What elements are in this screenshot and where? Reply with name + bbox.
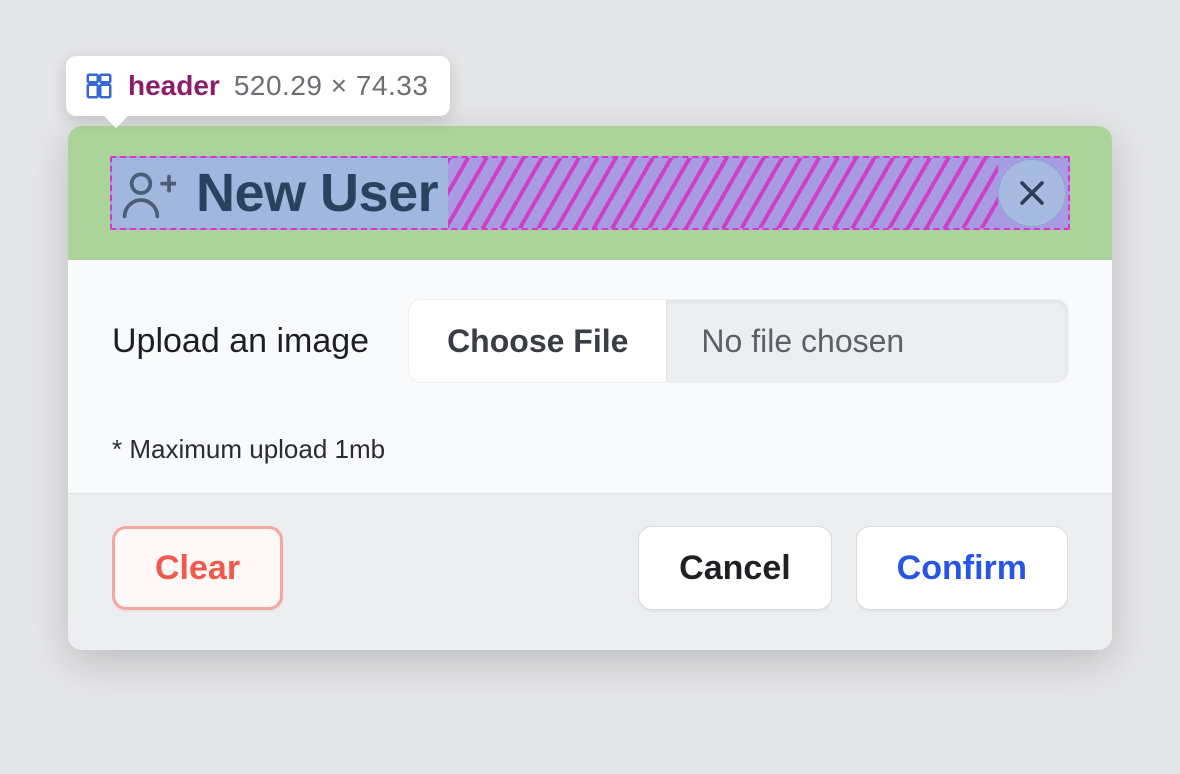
new-user-dialog: New User Upload an image Choose File No … xyxy=(68,126,1112,650)
flex-gap-highlight xyxy=(448,158,998,228)
dialog-body: Upload an image Choose File No file chos… xyxy=(68,260,1112,493)
upload-label: Upload an image xyxy=(112,322,369,361)
upload-hint: * Maximum upload 1mb xyxy=(112,434,1068,465)
file-input-status: No file chosen xyxy=(667,300,1068,382)
confirm-button[interactable]: Confirm xyxy=(856,526,1068,610)
upload-row: Upload an image Choose File No file chos… xyxy=(112,300,1068,382)
dialog-footer: Clear Cancel Confirm xyxy=(68,493,1112,650)
close-button[interactable] xyxy=(998,159,1066,227)
clear-button[interactable]: Clear xyxy=(112,526,283,610)
dialog-header-padding-highlight: New User xyxy=(68,126,1112,260)
close-icon xyxy=(1015,176,1049,210)
choose-file-button[interactable]: Choose File xyxy=(409,300,667,382)
cancel-button[interactable]: Cancel xyxy=(638,526,832,610)
dialog-title: New User xyxy=(196,162,438,224)
inspect-element-dimensions: 520.29 × 74.33 xyxy=(234,70,429,102)
dialog-header-title-group: New User xyxy=(112,158,448,228)
devtools-inspect-tooltip: header 520.29 × 74.33 xyxy=(66,56,450,116)
layout-grid-icon xyxy=(84,71,114,101)
file-input[interactable]: Choose File No file chosen xyxy=(409,300,1068,382)
dialog-header: New User xyxy=(110,156,1070,230)
add-user-icon xyxy=(120,165,176,221)
inspect-element-tag: header xyxy=(128,70,220,102)
